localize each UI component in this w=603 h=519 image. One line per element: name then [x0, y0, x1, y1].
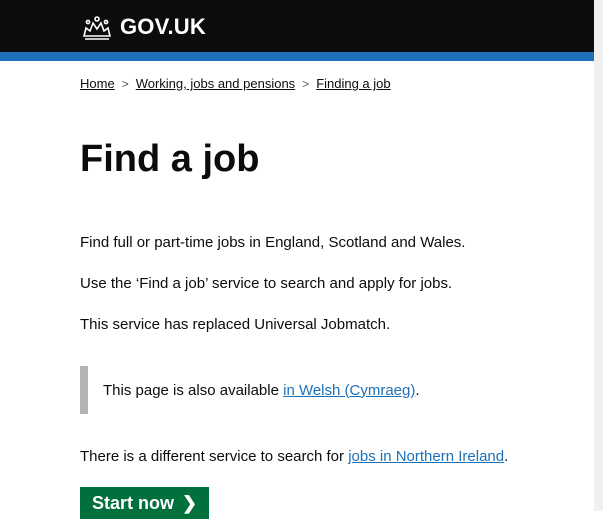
breadcrumb-separator-icon: > [121, 76, 129, 91]
northern-ireland-jobs-link[interactable]: jobs in Northern Ireland [348, 448, 504, 465]
start-now-button[interactable]: Start now ❯ [80, 487, 210, 519]
page-title: Find a job [80, 138, 260, 180]
govuk-logo-text: GOV.UK [120, 14, 206, 39]
breadcrumb: Home > Working, jobs and pensions > Find… [80, 76, 391, 91]
govuk-logo-link[interactable]: GOV.UK [80, 14, 206, 40]
crown-icon [82, 16, 112, 40]
ni-suffix-text: . [504, 448, 509, 465]
intro-paragraph: Find full or part-time jobs in England, … [80, 234, 466, 251]
inset-prefix-text: This page is also available [103, 381, 284, 399]
page-scrollbar[interactable] [594, 0, 603, 511]
breadcrumb-finding-job-link[interactable]: Finding a job [316, 76, 390, 91]
welsh-version-link[interactable]: in Welsh (Cymraeg) [283, 382, 415, 399]
inset-suffix-text: . [415, 381, 420, 399]
welsh-inset-text: This page is also available in Welsh (Cy… [80, 366, 550, 414]
site-header: GOV.UK [0, 0, 594, 52]
start-now-label: Start now [92, 492, 175, 513]
breadcrumb-home-link[interactable]: Home [80, 76, 115, 91]
chevron-right-icon: ❯ [182, 492, 198, 513]
breadcrumb-separator-icon: > [302, 76, 310, 91]
replaced-paragraph: This service has replaced Universal Jobm… [80, 316, 391, 333]
ni-prefix-text: There is a different service to search f… [80, 448, 349, 465]
header-accent-bar [0, 52, 594, 61]
ni-paragraph: There is a different service to search f… [80, 447, 508, 467]
breadcrumb-working-link[interactable]: Working, jobs and pensions [136, 76, 295, 91]
service-paragraph: Use the ‘Find a job’ service to search a… [80, 275, 453, 292]
